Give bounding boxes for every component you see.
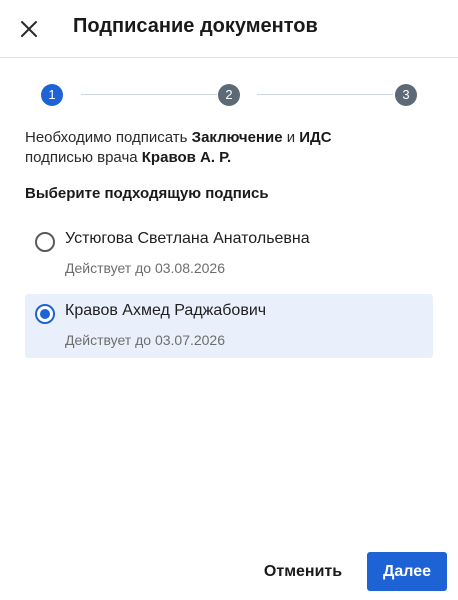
dialog-header: Подписание документов	[0, 0, 458, 58]
signature-validity: Действует до 03.08.2026	[65, 260, 226, 276]
step-2: 2	[218, 84, 240, 106]
step-3: 3	[395, 84, 417, 106]
doctor-name: Кравов А. Р.	[141, 149, 232, 166]
signature-owner-name: Устюгова Светлана Анатольевна	[65, 230, 310, 247]
step-1: 1	[41, 84, 63, 106]
document-name-conclusion: Заключение	[191, 129, 283, 146]
signature-owner-name: Кравов Ахмед Раджабович	[65, 302, 267, 319]
step-connector	[257, 94, 393, 95]
radio-button-checked[interactable]	[35, 304, 55, 324]
signature-validity: Действует до 03.07.2026	[65, 332, 226, 348]
info-conjunction: и	[282, 129, 300, 146]
step-connector	[81, 94, 217, 95]
signature-option-ustyugova[interactable]: Устюгова Светлана Анатольевна Действует …	[25, 222, 433, 286]
close-icon[interactable]	[16, 16, 42, 42]
radio-button[interactable]	[35, 232, 55, 252]
info-middle: подписью врача	[25, 149, 142, 166]
sign-documents-dialog: Подписание документов 1 2 3 Необходимо п…	[0, 0, 458, 600]
signature-option-kravov[interactable]: Кравов Ахмед Раджабович Действует до 03.…	[25, 294, 433, 358]
info-prefix: Необходимо подписать	[25, 129, 192, 146]
info-text: Необходимо подписать Заключение и ИДС по…	[25, 128, 435, 168]
stepper: 1 2 3	[41, 84, 417, 106]
dialog-title: Подписание документов	[73, 15, 318, 37]
signature-heading: Выберите подходящую подпись	[25, 185, 269, 202]
cancel-button[interactable]: Отменить	[255, 553, 351, 591]
next-button[interactable]: Далее	[367, 552, 447, 591]
document-name-ids: ИДС	[299, 129, 332, 146]
